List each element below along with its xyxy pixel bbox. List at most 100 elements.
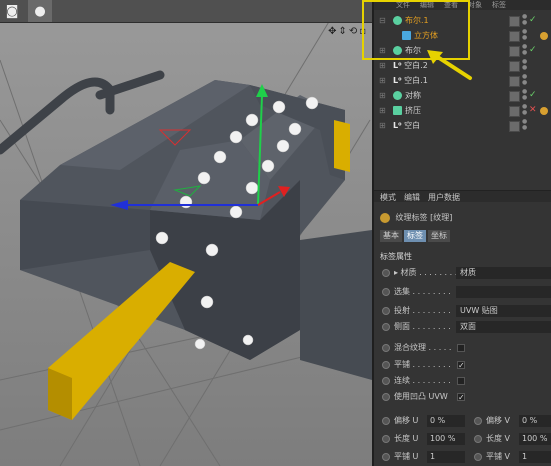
offset-v-field[interactable]: 0 % [519, 415, 551, 427]
use-uvw-bump-checkbox[interactable]: ✓ [457, 393, 465, 402]
menu-objects[interactable]: 对象 [468, 0, 482, 10]
length-v[interactable]: 长度 V 100 % [472, 432, 551, 446]
object-name: 对称 [405, 91, 421, 100]
animate-dot-icon[interactable] [474, 435, 482, 443]
layer-flag[interactable] [509, 31, 520, 42]
tag-title: 纹理标签 [纹理] [395, 213, 453, 222]
texture-tag-icon [380, 212, 390, 223]
animate-dot-icon[interactable] [382, 344, 390, 352]
object-name: L⁰ 空白.2 [393, 61, 428, 70]
symmetry-icon [393, 91, 402, 100]
animate-dot-icon[interactable] [382, 269, 390, 277]
animate-dot-icon[interactable] [382, 377, 390, 385]
layer-flag[interactable] [509, 121, 520, 132]
object-name: 挤压 [405, 106, 421, 115]
visibility-dots[interactable]: ● ● [522, 74, 527, 86]
light-bulb-icon[interactable]: ● [28, 0, 52, 22]
prop-tile[interactable]: 平铺 . . . . . . . . ✓ [374, 358, 551, 372]
animate-dot-icon[interactable] [382, 288, 390, 296]
prop-seamless[interactable]: 连续 . . . . . . . . [374, 374, 551, 388]
offset-u[interactable]: 偏移 U 0 % [380, 414, 468, 428]
visibility-dots[interactable]: ● ● [522, 119, 527, 131]
camera-icon[interactable]: ◙ [0, 0, 24, 22]
tab-coordinates[interactable]: 坐标 [428, 230, 450, 242]
object-row-symmetry[interactable]: ⊞ 对称 ● ● ✓ [374, 88, 551, 103]
menu-user-data[interactable]: 用户数据 [428, 192, 460, 203]
layer-flag[interactable] [509, 76, 520, 87]
3d-viewport[interactable]: ◙ ● ✥⇕⟲▫ [0, 0, 372, 466]
animate-dot-icon[interactable] [382, 417, 390, 425]
projection-dropdown[interactable]: UVW 贴图 [456, 305, 551, 317]
menu-tags[interactable]: 标签 [492, 0, 506, 10]
object-name: L⁰ 空白.1 [393, 76, 428, 85]
visibility-dots[interactable]: ● ● [522, 89, 527, 101]
texture-tag-icon[interactable] [540, 32, 548, 40]
layer-flag[interactable] [509, 46, 520, 57]
expand-icon[interactable]: ⊞ [379, 73, 386, 88]
expand-icon[interactable]: ⊞ [379, 58, 386, 73]
visibility-dots[interactable]: ● ● [522, 44, 527, 56]
object-name: L⁰ 空白 [393, 121, 421, 130]
side-dropdown[interactable]: 双面 [456, 321, 551, 333]
animate-dot-icon[interactable] [382, 453, 390, 461]
expand-icon[interactable]: ⊞ [379, 103, 386, 118]
animate-dot-icon[interactable] [474, 417, 482, 425]
object-row-null[interactable]: ⊞ L⁰ 空白 ● ● [374, 118, 551, 133]
prop-projection[interactable]: 投射 . . . . . . . . UVW 贴图 [374, 304, 551, 318]
expand-icon[interactable]: ⊞ [379, 118, 386, 133]
animate-dot-icon[interactable] [382, 307, 390, 315]
prop-mix-textures[interactable]: 混合纹理 . . . . . [374, 341, 551, 355]
prop-material[interactable]: ▸ 材质 . . . . . . . . 材质 [374, 266, 551, 280]
length-u-field[interactable]: 100 % [427, 433, 465, 445]
tile-checkbox[interactable]: ✓ [457, 361, 465, 370]
layer-flag[interactable] [509, 61, 520, 72]
tab-basic[interactable]: 基本 [380, 230, 402, 242]
material-field[interactable]: 材质 [456, 267, 551, 279]
length-v-field[interactable]: 100 % [519, 433, 551, 445]
animate-dot-icon[interactable] [474, 453, 482, 461]
tiles-v[interactable]: 平铺 V 1 [472, 450, 551, 464]
visibility-dots[interactable]: ● ● [522, 59, 527, 71]
yellow-bar-back [334, 120, 350, 172]
tiles-u-field[interactable]: 1 [427, 451, 465, 463]
layer-flag[interactable] [509, 91, 520, 102]
menu-edit-attr[interactable]: 编辑 [404, 192, 420, 203]
expand-icon[interactable]: ⊞ [379, 88, 386, 103]
tiles-u[interactable]: 平铺 U 1 [380, 450, 468, 464]
selection-field[interactable] [456, 286, 551, 298]
attribute-menubar: 模式 编辑 用户数据 [374, 192, 551, 203]
tiles-v-field[interactable]: 1 [519, 451, 551, 463]
animate-dot-icon[interactable] [382, 435, 390, 443]
disabled-x-icon[interactable]: ✕ [529, 103, 537, 118]
viewport-scene[interactable] [0, 0, 372, 466]
extrude-icon [393, 106, 402, 115]
visibility-dots[interactable]: ● ● [522, 14, 527, 26]
menu-mode[interactable]: 模式 [380, 192, 396, 203]
seamless-checkbox[interactable] [457, 377, 465, 385]
layer-flag[interactable] [509, 106, 520, 117]
mix-textures-checkbox[interactable] [457, 344, 465, 352]
texture-tag-icon[interactable] [540, 107, 548, 115]
visibility-dots[interactable]: ● ● [522, 104, 527, 116]
offset-v[interactable]: 偏移 V 0 % [472, 414, 551, 428]
section-title: 标签属性 [380, 252, 412, 261]
layer-flag[interactable] [509, 16, 520, 27]
enabled-check-icon[interactable]: ✓ [529, 88, 537, 103]
offset-u-field[interactable]: 0 % [427, 415, 465, 427]
enabled-check-icon[interactable]: ✓ [529, 43, 537, 58]
tab-tag[interactable]: 标签 [404, 230, 426, 242]
animate-dot-icon[interactable] [382, 323, 390, 331]
animate-dot-icon[interactable] [382, 361, 390, 369]
enabled-check-icon[interactable]: ✓ [529, 13, 537, 28]
annotation-arrow-icon [427, 50, 472, 80]
prop-selection[interactable]: 选集 . . . . . . . . [374, 285, 551, 299]
visibility-dots[interactable]: ● ● [522, 29, 527, 41]
tab-bar: 基本 标签 坐标 [380, 230, 450, 242]
prop-use-uvw-bump[interactable]: 使用凹凸 UVW ✓ [374, 390, 551, 404]
viewport-toolbar: ◙ ● [0, 0, 372, 23]
prop-side[interactable]: 侧面 . . . . . . . . 双面 [374, 320, 551, 334]
length-u[interactable]: 长度 U 100 % [380, 432, 468, 446]
tag-title-row: 纹理标签 [纹理] [380, 210, 550, 226]
object-row-extrude[interactable]: ⊞ 挤压 ● ● ✕ [374, 103, 551, 118]
animate-dot-icon[interactable] [382, 393, 390, 401]
